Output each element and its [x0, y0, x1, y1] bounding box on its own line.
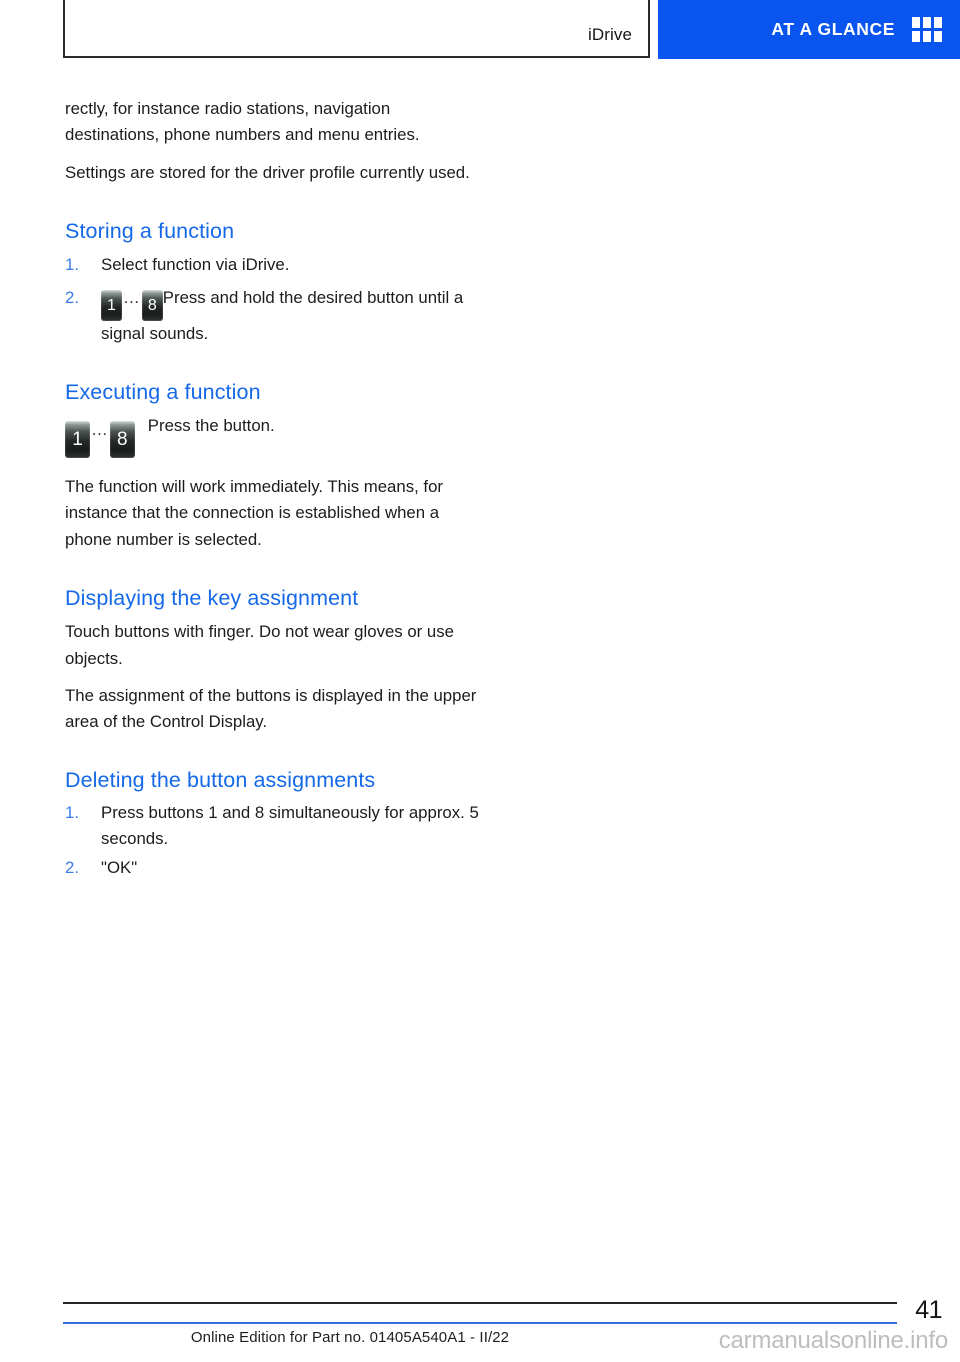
body-paragraph: The assignment of the buttons is display…	[65, 686, 477, 732]
list-item: 1. Press buttons 1 and 8 simultaneously …	[65, 800, 480, 853]
page-header: iDrive AT A GLANCE	[0, 0, 960, 60]
key-button-8-icon: 8	[141, 289, 163, 321]
list-item: 1. Select function via iDrive.	[65, 252, 480, 278]
header-section-banner: AT A GLANCE	[658, 0, 960, 59]
footer-divider-blue	[63, 1322, 897, 1324]
list-marker: 2.	[65, 857, 79, 877]
key-range-ellipsis: …	[91, 420, 109, 440]
list-item-text: Press buttons 1 and 8 simultaneously for…	[101, 802, 479, 849]
list-marker: 1.	[65, 255, 79, 275]
header-section-label: AT A GLANCE	[771, 19, 895, 39]
header-chapter-box: iDrive	[63, 0, 650, 58]
list-marker: 2.	[65, 287, 79, 307]
executing-key-instruction: 1… 8 Press the button.	[65, 413, 480, 459]
list-item: 2. 1… 8 Press and hold the desired button …	[65, 285, 480, 347]
intro-paragraph: rectly, for instance radio stations, nav…	[65, 99, 420, 145]
page-content: rectly, for instance radio stations, nav…	[65, 96, 480, 883]
key-instruction-line: 1… 8 Press the button.	[65, 413, 480, 459]
grid-icon-cell	[912, 17, 920, 28]
body-paragraph: Touch buttons with finger. Do not wear g…	[65, 622, 454, 668]
key-button-1-icon: 1	[65, 421, 90, 459]
key-button-1-icon: 1	[101, 289, 122, 321]
key-button-pair: 1… 8	[101, 285, 163, 321]
body-paragraph: The function will work immediately. This…	[65, 477, 444, 549]
steps-list-deleting: 1. Press buttons 1 and 8 simultaneously …	[65, 800, 480, 881]
list-item-text: "OK"	[101, 857, 138, 877]
section-heading-deleting: Deleting the button assignments	[65, 767, 376, 792]
grid-icon-cell	[934, 31, 942, 42]
grid-icon-cell	[923, 31, 931, 42]
section-heading-storing: Storing a function	[65, 219, 235, 244]
key-instruction-text: Press the button.	[147, 416, 275, 436]
list-marker: 1.	[65, 802, 79, 822]
list-item-text: Select function via iDrive.	[101, 255, 290, 275]
key-range-ellipsis: …	[123, 287, 141, 307]
footer-divider-dark	[63, 1302, 897, 1304]
grid-icon	[912, 17, 942, 42]
footer-edition-text: Online Edition for Part no. 01405A540A1 …	[190, 1329, 510, 1346]
key-button-8-icon: 8	[109, 421, 135, 459]
page-number: 41	[915, 1296, 942, 1324]
steps-list-storing: 1. Select function via iDrive. 2. 1… 8 Pre…	[65, 252, 480, 347]
section-heading-executing: Executing a function	[65, 380, 261, 405]
intro-paragraph: Settings are stored for the driver profi…	[65, 162, 470, 182]
watermark: carmanualsonline.info	[718, 1327, 948, 1354]
page-footer: 41 Online Edition for Part no. 01405A540…	[0, 1286, 960, 1362]
section-heading-displaying: Displaying the key assignment	[65, 586, 359, 611]
grid-icon-cell	[912, 31, 920, 42]
grid-icon-cell	[923, 17, 931, 28]
header-chapter-label: iDrive	[587, 25, 632, 44]
grid-icon-cell	[934, 17, 942, 28]
list-item: 2. "OK"	[65, 855, 480, 881]
